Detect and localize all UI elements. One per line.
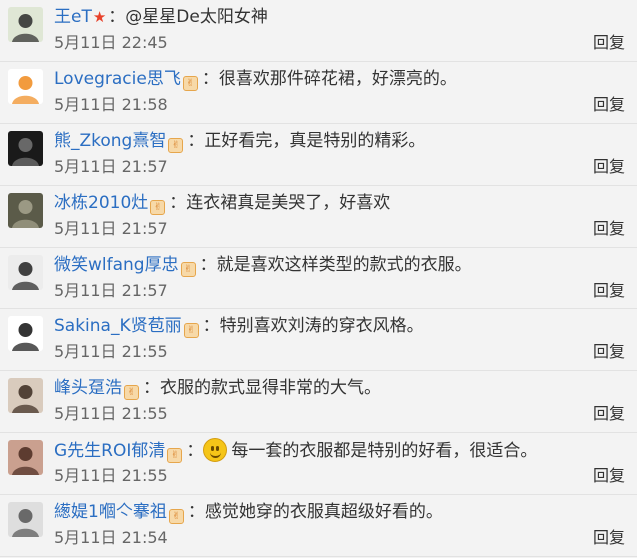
comment-row: 王eT★ ：@星星De太阳女神 5月11日 22:45 回复	[0, 0, 637, 62]
comment-row: G先生ROI郁清 ✌： 每一套的衣服都是特别的好看，很适合。 5月11日 21:55 回…	[0, 433, 637, 496]
comment-row: Sakina_K贤苞丽 ✌ ：特别喜欢刘涛的穿衣风格。 5月11日 21:55 回复	[0, 309, 637, 372]
comment-line: 冰栋2010灶 ✌ ：连衣裙真是美哭了，好喜欢	[54, 191, 390, 215]
comment-time: 5月11日 21:54	[54, 528, 168, 548]
reply-button[interactable]: 回复	[593, 404, 625, 424]
comment-row: 冰栋2010灶 ✌ ：连衣裙真是美哭了，好喜欢 5月11日 21:57 回复	[0, 186, 637, 248]
comment-row: 微笑wlfang厚忠 ✌ ：就是喜欢这样类型的款式的衣服。 5月11日 21:57 回复	[0, 248, 637, 310]
comment-row: 峰头趸浩 ✌ ：衣服的款式显得非常的大气。 5月11日 21:55 回复	[0, 371, 637, 434]
vip-badge-icon: ✌	[168, 137, 184, 153]
comment-time: 5月11日 21:57	[54, 280, 168, 300]
colon: ：	[186, 441, 204, 462]
comment-line: Lovegracie思飞 ✌ ：很喜欢那件碎花裙，好漂亮的。	[54, 67, 457, 91]
avatar-image-icon	[12, 509, 39, 538]
username-link[interactable]: 微笑wlfang厚忠	[54, 255, 179, 275]
user-avatar[interactable]	[8, 254, 43, 290]
comment-text: 正好看完，真是特别的精彩。	[204, 130, 426, 151]
reply-button[interactable]: 回复	[593, 95, 625, 115]
colon: ：	[201, 68, 219, 89]
reply-button[interactable]: 回复	[593, 466, 625, 486]
comment-line: 王eT★ ：@星星De太阳女神	[54, 5, 268, 29]
comment-row: 熊_Zkong熹智 ✌ ：正好看完，真是特别的精彩。 5月11日 21:57 回复	[0, 124, 637, 186]
comment-line: Sakina_K贤苞丽 ✌ ：特别喜欢刘涛的穿衣风格。	[54, 314, 424, 339]
reply-button[interactable]: 回复	[593, 281, 625, 301]
username-link[interactable]: G先生ROI郁清	[54, 441, 165, 461]
vip-badge-icon: ✌	[182, 75, 198, 91]
comment-time: 5月11日 21:58	[54, 94, 168, 114]
comment-text: 特别喜欢刘涛的穿衣风格。	[219, 316, 424, 337]
comment-text: 连衣裙真是美哭了，好喜欢	[186, 192, 391, 213]
username-link[interactable]: Lovegracie思飞	[54, 69, 181, 89]
user-avatar[interactable]	[8, 192, 43, 228]
comment-text: 衣服的款式显得非常的大气。	[160, 378, 381, 399]
avatar-image-icon	[12, 137, 39, 166]
vip-badge-icon: ✌	[167, 448, 183, 464]
reply-button[interactable]: 回复	[593, 219, 625, 239]
comment-line: 微笑wlfang厚忠 ✌ ：就是喜欢这样类型的款式的衣服。	[54, 253, 472, 277]
colon: ：	[108, 7, 126, 27]
comment-time: 5月11日 22:45	[54, 33, 168, 52]
username-link[interactable]: Sakina_K贤苞丽	[54, 316, 182, 336]
colon: ：	[199, 254, 217, 275]
comment-line: 熊_Zkong熹智 ✌ ：正好看完，真是特别的精彩。	[54, 129, 425, 153]
reply-button[interactable]: 回复	[593, 342, 625, 362]
comment-line: 繱媞1嗰亽搴祖 ✌ ：感觉她穿的衣服真超级好看的。	[54, 500, 443, 525]
username-link[interactable]: 王eT	[54, 7, 92, 27]
vip-badge-icon: ✌	[124, 385, 139, 401]
avatar-image-icon	[12, 323, 39, 352]
reply-button[interactable]: 回复	[593, 33, 625, 53]
vip-badge-icon: ✌	[183, 323, 199, 339]
comment-text: 每一套的衣服都是特别的好看，很适合。	[231, 441, 538, 462]
avatar-image-icon	[12, 447, 39, 476]
avatar-image-icon	[12, 385, 39, 414]
comment-time: 5月11日 21:55	[54, 342, 168, 362]
avatar-image-icon	[12, 199, 39, 228]
comment-line: G先生ROI郁清 ✌： 每一套的衣服都是特别的好看，很适合。	[54, 438, 538, 464]
reply-button[interactable]: 回复	[593, 157, 625, 177]
comment-text: 感觉她穿的衣服真超级好看的。	[204, 502, 443, 523]
comment-text: 很喜欢那件碎花裙，好漂亮的。	[218, 68, 457, 89]
avatar-image-icon	[12, 75, 39, 104]
username-link[interactable]: 峰头趸浩	[54, 378, 122, 398]
username-link[interactable]: 冰栋2010灶	[54, 193, 148, 213]
username-link[interactable]: 繱媞1嗰亽搴祖	[54, 502, 167, 522]
star-badge-icon: ★	[92, 8, 107, 26]
comment-row: 繱媞1嗰亽搴祖 ✌ ：感觉她穿的衣服真超级好看的。 5月11日 21:54 回复	[0, 495, 637, 558]
colon: ：	[187, 130, 205, 151]
reply-button[interactable]: 回复	[593, 528, 625, 548]
comment-time: 5月11日 21:55	[54, 466, 168, 486]
comment-time: 5月11日 21:57	[54, 156, 168, 176]
user-avatar[interactable]	[8, 316, 43, 352]
comment-list: 王eT★ ：@星星De太阳女神 5月11日 22:45 回复 Lovegracie思飞…	[0, 0, 637, 558]
colon: ：	[202, 316, 220, 337]
user-avatar[interactable]	[8, 378, 43, 414]
smile-emoji-icon	[203, 438, 228, 463]
user-avatar[interactable]	[8, 7, 43, 42]
comment-time: 5月11日 21:55	[54, 404, 168, 424]
vip-badge-icon: ✌	[180, 261, 196, 277]
comment-text: 就是喜欢这样类型的款式的衣服。	[216, 254, 472, 275]
user-avatar[interactable]	[8, 68, 43, 104]
comment-text: @星星De太阳女神	[125, 7, 268, 27]
user-avatar[interactable]	[8, 440, 43, 476]
username-link[interactable]: 熊_Zkong熹智	[54, 131, 166, 151]
colon: ：	[169, 192, 187, 213]
vip-badge-icon: ✌	[168, 509, 184, 525]
user-avatar[interactable]	[8, 130, 43, 166]
avatar-image-icon	[12, 14, 39, 42]
comment-time: 5月11日 21:57	[54, 218, 168, 238]
comment-row: Lovegracie思飞 ✌ ：很喜欢那件碎花裙，好漂亮的。 5月11日 21:58 回…	[0, 62, 637, 124]
comment-line: 峰头趸浩 ✌ ：衣服的款式显得非常的大气。	[54, 376, 381, 401]
colon: ：	[187, 502, 205, 523]
vip-badge-icon: ✌	[150, 199, 166, 215]
colon: ：	[143, 378, 160, 399]
user-avatar[interactable]	[8, 502, 43, 538]
avatar-image-icon	[12, 261, 39, 290]
